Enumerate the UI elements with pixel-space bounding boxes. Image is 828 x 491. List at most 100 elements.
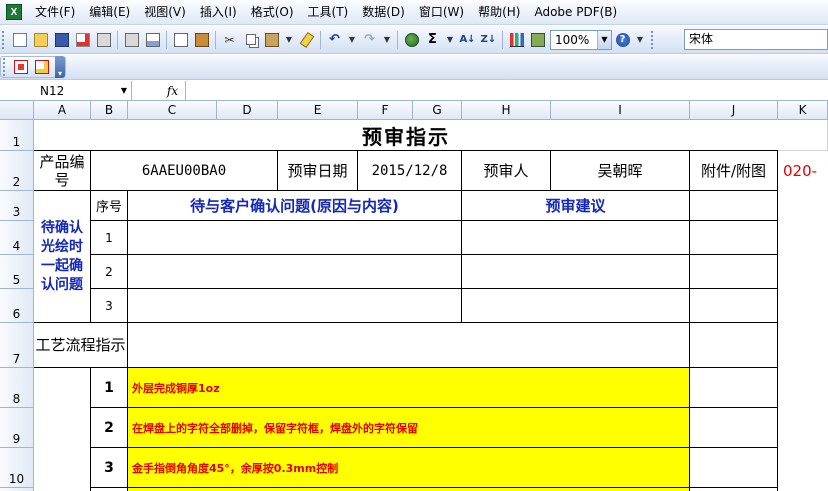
- select-all-corner[interactable]: [0, 101, 34, 120]
- column-header-j[interactable]: J: [690, 101, 778, 120]
- menu-view[interactable]: 视图(V): [137, 0, 193, 25]
- redo-dropdown[interactable]: ▼: [381, 30, 393, 50]
- convert-to-pdf-button[interactable]: [11, 57, 30, 77]
- step-text-2[interactable]: 在焊盘上的字符全部删掉，保留字符框，焊盘外的字符保留: [128, 408, 690, 448]
- open-button[interactable]: [31, 30, 50, 50]
- issue-content-3[interactable]: [128, 289, 462, 323]
- formula-input[interactable]: [186, 81, 828, 100]
- new-button[interactable]: [10, 30, 29, 50]
- paste-button[interactable]: [262, 30, 281, 50]
- column-header-k[interactable]: K: [778, 101, 828, 120]
- help-button[interactable]: ?: [613, 30, 632, 50]
- menu-file[interactable]: 文件(F): [28, 0, 82, 25]
- sort-ascending-button[interactable]: A↓: [458, 30, 477, 50]
- menu-data[interactable]: 数据(D): [355, 0, 412, 25]
- row-header-3[interactable]: 3: [0, 191, 34, 221]
- toolbar-options-button[interactable]: ▾: [55, 56, 65, 78]
- autosum-dropdown[interactable]: ▼: [444, 30, 456, 50]
- help-dropdown[interactable]: ▼: [634, 30, 646, 50]
- step-number-2[interactable]: 2: [91, 408, 128, 448]
- chart-wizard-button[interactable]: [507, 30, 526, 50]
- step-number-1[interactable]: 1: [91, 368, 128, 408]
- cell-j5[interactable]: [690, 255, 778, 289]
- save-button[interactable]: [52, 30, 71, 50]
- issue-content-2[interactable]: [128, 255, 462, 289]
- issue-number-3[interactable]: 3: [91, 289, 128, 323]
- column-header-i[interactable]: I: [551, 101, 690, 120]
- redo-button[interactable]: ↷: [360, 30, 379, 50]
- spelling-button[interactable]: [171, 30, 190, 50]
- sheet-title[interactable]: 预审指示: [34, 120, 778, 151]
- cell-j3[interactable]: [690, 191, 778, 221]
- permission-button[interactable]: [73, 30, 92, 50]
- row-header-5[interactable]: 5: [0, 255, 34, 289]
- column-header-a[interactable]: A: [34, 101, 91, 120]
- cell-j10[interactable]: [690, 448, 778, 488]
- undo-button[interactable]: ↶: [325, 30, 344, 50]
- column-header-c[interactable]: C: [128, 101, 217, 120]
- reviewer-name[interactable]: 吴朝晖: [551, 151, 690, 191]
- advice-content-2[interactable]: [462, 255, 690, 289]
- advice-content-1[interactable]: [462, 221, 690, 255]
- cell-k1[interactable]: [778, 120, 828, 151]
- email-button[interactable]: [94, 30, 113, 50]
- autosum-button[interactable]: Σ: [423, 30, 442, 50]
- menu-help[interactable]: 帮助(H): [471, 0, 527, 25]
- print-button[interactable]: [122, 30, 141, 50]
- cut-button[interactable]: ✂: [220, 30, 239, 50]
- row-header-2[interactable]: 2: [0, 151, 34, 191]
- menu-insert[interactable]: 插入(I): [193, 0, 244, 25]
- cell-j4[interactable]: [690, 221, 778, 255]
- issue-number-2[interactable]: 2: [91, 255, 128, 289]
- row-header-4[interactable]: 4: [0, 221, 34, 255]
- name-box[interactable]: N12 ▼: [0, 81, 132, 100]
- pending-issues-label[interactable]: 待确认光绘时一起确认问题: [34, 191, 91, 323]
- excel-app-icon[interactable]: X: [6, 4, 22, 20]
- chevron-down-icon[interactable]: ▼: [597, 30, 611, 49]
- review-date-value[interactable]: 2015/12/8: [358, 151, 462, 191]
- column-header-f[interactable]: F: [358, 101, 413, 120]
- copy-button[interactable]: [241, 30, 260, 50]
- advice-header[interactable]: 预审建议: [462, 191, 690, 221]
- column-header-g[interactable]: G: [413, 101, 462, 120]
- row-header-6[interactable]: 6: [0, 289, 34, 323]
- insert-function-button[interactable]: fx: [132, 81, 186, 100]
- attachment-label[interactable]: 附件/附图: [690, 151, 778, 191]
- print-preview-button[interactable]: [143, 30, 162, 50]
- review-date-label[interactable]: 预审日期: [278, 151, 358, 191]
- issue-header[interactable]: 待与客户确认问题(原因与内容): [128, 191, 462, 221]
- cell-j7[interactable]: [690, 323, 778, 368]
- convert-email-pdf-button[interactable]: [32, 57, 51, 77]
- cell-j9[interactable]: [690, 408, 778, 448]
- cell-j8[interactable]: [690, 368, 778, 408]
- issue-content-1[interactable]: [128, 221, 462, 255]
- issue-number-1[interactable]: 1: [91, 221, 128, 255]
- sort-descending-button[interactable]: Z↓: [479, 30, 498, 50]
- row-header-7[interactable]: 7: [0, 323, 34, 368]
- seq-header[interactable]: 序号: [91, 191, 128, 221]
- hyperlink-button[interactable]: [402, 30, 421, 50]
- reviewer-label[interactable]: 预审人: [462, 151, 551, 191]
- toolbar-grip[interactable]: [3, 58, 7, 76]
- attachment-overflow-text[interactable]: 020-: [779, 151, 828, 191]
- process-left-blank[interactable]: [34, 368, 91, 491]
- menu-tools[interactable]: 工具(T): [301, 0, 356, 25]
- font-name-select[interactable]: 宋体: [684, 29, 828, 50]
- advice-content-3[interactable]: [462, 289, 690, 323]
- row-header-1[interactable]: 1: [0, 120, 34, 151]
- undo-dropdown[interactable]: ▼: [346, 30, 358, 50]
- process-instructions-label[interactable]: 工艺流程指示: [34, 323, 128, 368]
- menu-adobe-pdf[interactable]: Adobe PDF(B): [527, 0, 624, 25]
- row-header-10[interactable]: 10: [0, 448, 34, 488]
- column-header-e[interactable]: E: [278, 101, 358, 120]
- drawing-button[interactable]: [528, 30, 547, 50]
- step-number-3[interactable]: 3: [91, 448, 128, 488]
- column-header-h[interactable]: H: [462, 101, 551, 120]
- product-code-value[interactable]: 6AAEU00BA0: [91, 151, 278, 191]
- paste-dropdown[interactable]: ▼: [283, 30, 295, 50]
- menu-edit[interactable]: 编辑(E): [82, 0, 137, 25]
- step-text-3[interactable]: 金手指倒角角度45°，余厚按0.3mm控制: [128, 448, 690, 488]
- toolbar-grip[interactable]: [651, 30, 655, 49]
- menu-format[interactable]: 格式(O): [244, 0, 301, 25]
- step-text-1[interactable]: 外层完成铜厚1oz: [128, 368, 690, 408]
